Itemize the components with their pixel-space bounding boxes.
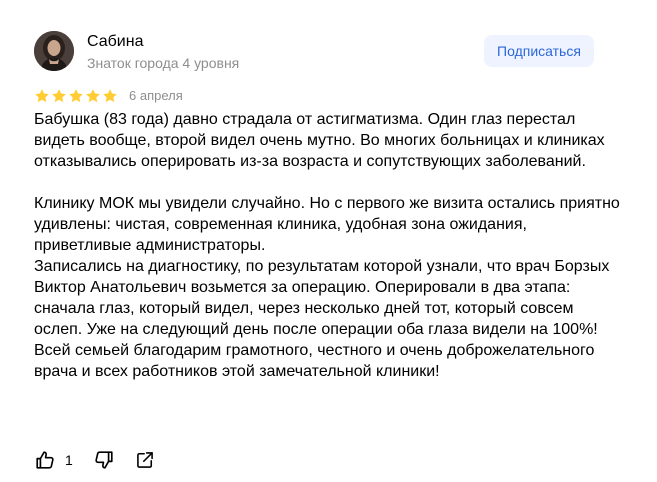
star-icon (35, 89, 49, 103)
thumbs-up-icon (36, 451, 54, 469)
review-text: Бабушка (83 года) давно страдала от асти… (34, 109, 624, 382)
review-paragraph: Бабушка (83 года) давно страдала от асти… (34, 111, 605, 170)
user-photo-icon (34, 31, 74, 71)
star-icon (86, 89, 100, 103)
dislike-button[interactable] (93, 449, 115, 471)
author-level: Знаток города 4 уровня (87, 55, 240, 71)
subscribe-button[interactable]: Подписаться (484, 35, 594, 67)
review-paragraph: Всей семьей благодарим грамотного, честн… (34, 342, 595, 380)
star-icon (103, 89, 117, 103)
thumbs-down-icon (95, 451, 113, 469)
review-card: Сабина Знаток города 4 уровня Подписатьс… (0, 0, 657, 482)
review-date: 6 апреля (129, 88, 183, 103)
share-icon (136, 452, 153, 468)
star-icon (69, 89, 83, 103)
avatar[interactable] (34, 31, 74, 71)
like-count: 1 (65, 452, 73, 468)
rating-row: 6 апреля (34, 87, 183, 105)
star-icon (52, 89, 66, 103)
share-button[interactable] (135, 450, 155, 470)
review-paragraph: Клинику МОК мы увидели случайно. Но с пе… (34, 195, 620, 254)
review-actions: 1 (34, 449, 155, 471)
rating-stars (34, 88, 118, 104)
author-name[interactable]: Сабина (87, 32, 143, 52)
like-button[interactable]: 1 (34, 449, 73, 471)
review-paragraph: Записались на диагностику, по результата… (34, 258, 610, 338)
